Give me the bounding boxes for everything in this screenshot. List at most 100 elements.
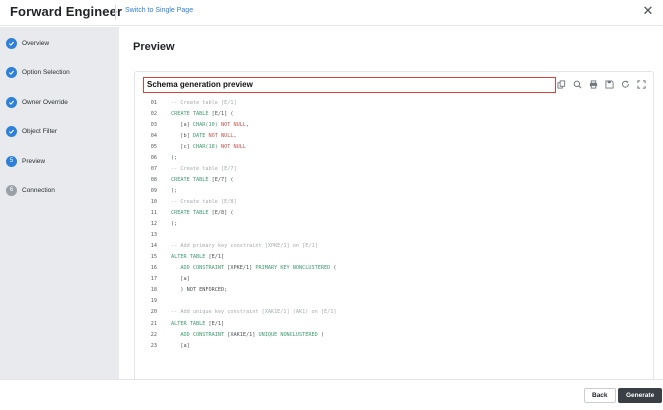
check-icon	[6, 96, 17, 108]
line-number: 02	[150, 110, 157, 117]
code-token: [a]	[171, 121, 193, 128]
line-number: 04	[150, 132, 157, 139]
line-number: 13	[150, 232, 157, 239]
step-connection[interactable]: 6 Connection	[6, 183, 55, 197]
code-line: 20 -- Add unique key constraint [XAK1E/1]…	[135, 307, 653, 318]
code-text: [c] CHAR(18) NOT NULL	[171, 144, 246, 150]
code-token: [E/1]	[208, 320, 225, 327]
code-line: 16 ADD CONSTRAINT [XPKE/1] PRIMARY KEY N…	[135, 263, 653, 274]
code-preview[interactable]: 01 -- Create table [E/1] 02 CREATE TABLE [E…	[135, 97, 653, 389]
line-number: 15	[150, 254, 157, 261]
code-token: DATE	[192, 132, 209, 139]
back-button[interactable]: Back	[584, 388, 616, 403]
step-object-filter[interactable]: Object Filter	[6, 124, 57, 138]
step-overview[interactable]: Overview	[6, 36, 49, 50]
copy-icon[interactable]	[556, 79, 566, 89]
line-number: 05	[150, 143, 157, 150]
code-token: CHAR(10)	[192, 121, 221, 128]
code-line: 19	[135, 296, 653, 307]
line-number: 19	[150, 298, 157, 305]
code-text: [b] DATE NOT NULL,	[171, 132, 237, 139]
code-token: (	[333, 265, 337, 272]
code-line: 23 [a]	[135, 340, 653, 351]
code-token: -- Create table [E/7]	[171, 165, 237, 172]
step-owner-override[interactable]: Owner Override	[6, 95, 68, 109]
code-token: [XPKE/1]	[227, 265, 256, 272]
line-number: 08	[150, 176, 157, 183]
code-token: );	[171, 187, 178, 194]
code-token: ALTER TABLE	[171, 320, 209, 327]
generate-button[interactable]: Generate	[618, 388, 663, 403]
schema-preview-panel: Schema generation preview 01 -- Create ta…	[134, 71, 654, 390]
code-text: ADD CONSTRAINT [XPKE/1] PRIMARY KEY NONC…	[171, 265, 337, 272]
code-token: NOT NULL	[220, 121, 246, 128]
code-token: ALTER TABLE	[171, 254, 209, 261]
code-token: NOT NULL	[220, 143, 246, 150]
code-text: -- Add unique key constraint [XAK1E/1] (…	[171, 309, 337, 315]
code-text: );	[171, 155, 177, 161]
code-token: -- Create table [E/1]	[171, 99, 237, 106]
refresh-icon[interactable]	[620, 79, 630, 89]
line-number: 03	[150, 121, 157, 128]
wizard-sidebar: Overview Option Selection Owner Override…	[0, 27, 119, 379]
print-icon[interactable]	[588, 79, 598, 89]
code-token: [E/7] (	[211, 176, 234, 183]
code-token: -- Add unique key constraint [XAK1E/1] (…	[171, 309, 337, 316]
line-number: 20	[150, 309, 157, 316]
footer-bar: Back Generate	[0, 379, 663, 410]
fullscreen-icon[interactable]	[636, 79, 646, 89]
save-icon[interactable]	[604, 79, 614, 89]
code-line: 07 -- Create table [E/7]	[135, 163, 653, 174]
line-number: 18	[150, 287, 157, 294]
line-number: 14	[150, 243, 157, 250]
line-number: 22	[150, 331, 157, 338]
code-token: PRIMARY KEY NONCLUSTERED	[255, 265, 334, 272]
code-text: ADD CONSTRAINT [XAK1E/1] UNIQUE NONCLUST…	[171, 332, 324, 338]
code-token: CREATE TABLE	[171, 176, 212, 183]
code-token: [a]	[171, 276, 190, 283]
step-label: Object Filter	[22, 127, 58, 135]
search-icon[interactable]	[572, 79, 582, 89]
code-line: 09);	[135, 185, 653, 196]
code-token: );	[171, 221, 178, 228]
page-title: Preview	[133, 41, 175, 53]
switch-to-single-page-link[interactable]: Switch to Single Page	[125, 7, 193, 14]
code-line: 11 CREATE TABLE [E/8] (	[135, 208, 653, 219]
code-text: CREATE TABLE [E/1] (	[171, 111, 233, 117]
step-preview[interactable]: 5 Preview	[6, 154, 45, 168]
check-icon	[6, 125, 17, 137]
code-line: 03 [a] CHAR(10) NOT NULL,	[135, 119, 653, 130]
code-line: 02 CREATE TABLE [E/1] (	[135, 108, 653, 119]
preview-toolbar	[556, 79, 646, 89]
line-number: 21	[150, 320, 157, 327]
code-line: 21 ALTER TABLE [E/1]	[135, 318, 653, 329]
code-text: ) NOT ENFORCED;	[171, 287, 227, 293]
code-token: ,	[233, 132, 237, 139]
code-text: [a]	[171, 276, 190, 283]
code-token: CREATE TABLE	[171, 110, 212, 117]
close-icon[interactable]: ✕	[640, 3, 656, 19]
line-number: 01	[150, 99, 157, 106]
code-text: );	[171, 188, 177, 194]
code-line: 06);	[135, 152, 653, 163]
step-option-selection[interactable]: Option Selection	[6, 65, 70, 79]
code-line: 08 CREATE TABLE [E/7] (	[135, 174, 653, 185]
code-line: 04 [b] DATE NOT NULL,	[135, 130, 653, 141]
code-token: NOT NULL	[208, 132, 234, 139]
code-token: [b]	[171, 132, 193, 139]
code-text: -- Create table [E/1]	[171, 100, 237, 106]
code-line: 15 ALTER TABLE [E/1]	[135, 252, 653, 263]
code-line: 14 -- Add primary key constraint [XPKE/1]…	[135, 241, 653, 252]
code-text: ALTER TABLE [E/1]	[171, 254, 224, 260]
code-token: );	[171, 154, 178, 161]
code-token: (	[320, 331, 325, 338]
code-text: CREATE TABLE [E/8] (	[171, 210, 233, 216]
step-label: Overview	[22, 39, 50, 47]
code-token: ADD CONSTRAINT	[171, 265, 228, 272]
check-icon	[6, 66, 17, 78]
step-number-badge: 5	[6, 155, 17, 167]
code-line: 17 [a]	[135, 274, 653, 285]
header-divider	[115, 5, 116, 20]
code-token: CHAR(18)	[192, 143, 221, 150]
line-number: 10	[150, 198, 157, 205]
